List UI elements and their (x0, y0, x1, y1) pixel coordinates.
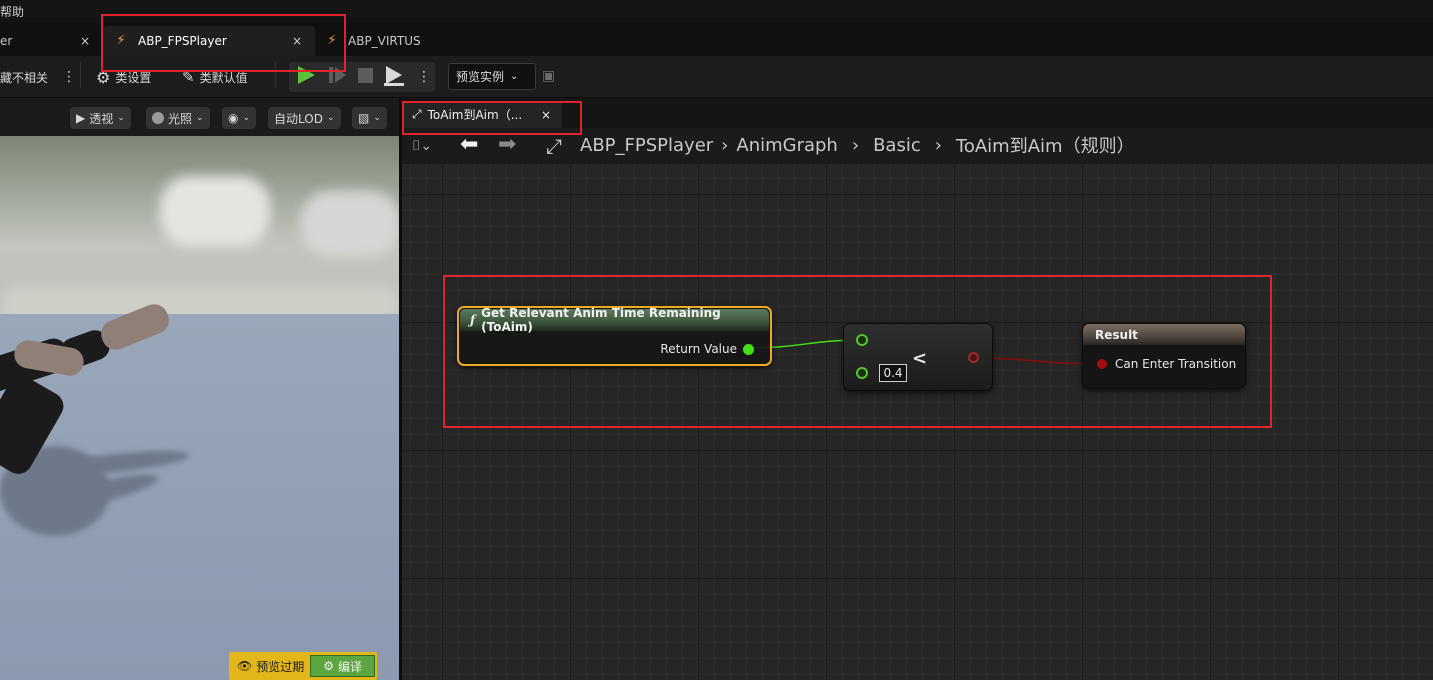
function-icon: ƒ (470, 313, 476, 327)
result-node[interactable]: Result Can Enter Transition (1082, 323, 1246, 389)
float-input-pin[interactable] (856, 367, 868, 379)
operator-label: < (912, 348, 928, 369)
node-title: Get Relevant Anim Time Remaining (ToAim) (481, 306, 721, 334)
node-header: Result (1083, 324, 1245, 345)
pin-label: Can Enter Transition (1115, 357, 1237, 371)
get-relevant-anim-time-node[interactable]: ƒ Get Relevant Anim Time Remaining (ToAi… (457, 306, 772, 366)
pin-label: Return Value (660, 342, 737, 356)
float-output-pin[interactable] (743, 343, 754, 355)
float-input-pin[interactable] (856, 334, 868, 346)
bool-output-pin[interactable] (968, 352, 979, 363)
bool-input-pin[interactable] (1097, 359, 1107, 369)
compare-value-input[interactable]: 0.4 (879, 364, 907, 382)
node-header: ƒ Get Relevant Anim Time Remaining (ToAi… (460, 306, 769, 334)
return-value-pin-row: Return Value (660, 342, 754, 356)
node-title: Result (1095, 327, 1138, 342)
can-enter-transition-pin-row: Can Enter Transition (1097, 357, 1236, 371)
less-than-node[interactable]: 0.4 < (843, 323, 993, 391)
